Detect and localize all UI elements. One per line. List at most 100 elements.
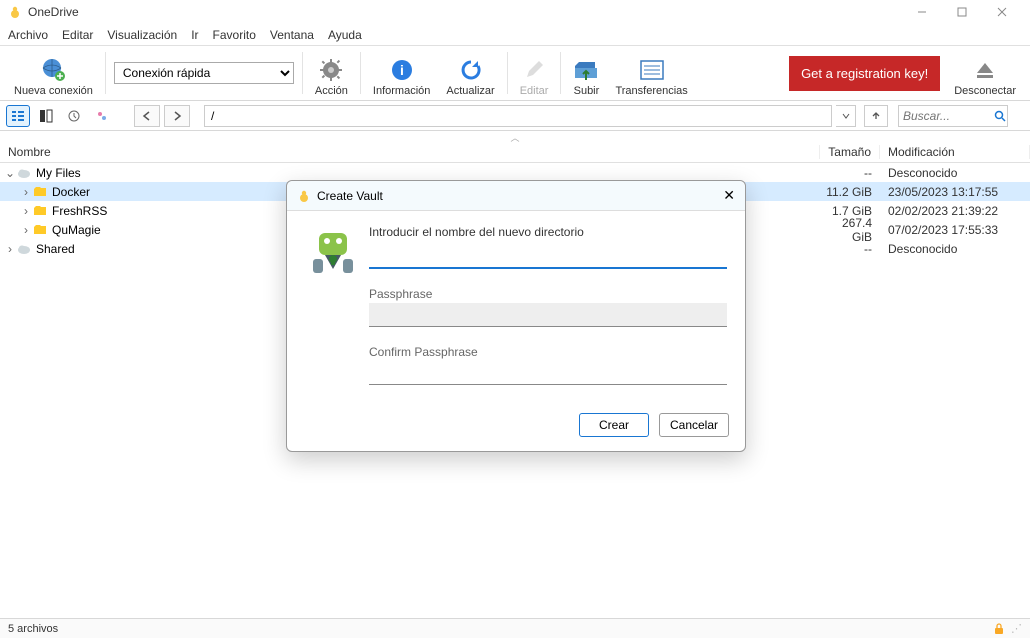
upload-icon	[573, 56, 599, 84]
chevron-right-icon[interactable]: ›	[20, 185, 32, 199]
view-split-button[interactable]	[34, 105, 58, 127]
new-connection-button[interactable]: Nueva conexión	[6, 49, 101, 97]
new-connection-label: Nueva conexión	[14, 85, 93, 97]
folder-icon	[32, 223, 48, 237]
maximize-button[interactable]	[942, 0, 982, 24]
menu-ayuda[interactable]: Ayuda	[328, 28, 362, 42]
vault-robot-icon	[305, 225, 369, 395]
quick-connect-select[interactable]: Conexión rápida	[114, 62, 294, 84]
chevron-down-icon[interactable]: ⌄	[4, 166, 16, 180]
svg-text:i: i	[400, 62, 404, 78]
dialog-titlebar: Create Vault ✕	[287, 181, 745, 211]
chevron-right-icon[interactable]: ›	[4, 242, 16, 256]
eject-icon	[973, 56, 997, 84]
menu-ventana[interactable]: Ventana	[270, 28, 314, 42]
chevron-right-icon[interactable]: ›	[20, 223, 32, 237]
table-header: Nombre Tamaño Modificación	[0, 141, 1030, 163]
transfers-label: Transferencias	[615, 85, 687, 97]
nav-back-button[interactable]	[134, 105, 160, 127]
path-dropdown[interactable]	[836, 105, 856, 127]
tree-mod: 02/02/2023 21:39:22	[880, 204, 1030, 218]
menu-visualizacion[interactable]: Visualización	[107, 28, 177, 42]
info-button[interactable]: i Información	[365, 49, 438, 97]
folder-icon	[32, 185, 48, 199]
passphrase-input[interactable]	[369, 303, 727, 327]
cloud-folder-icon	[16, 166, 32, 180]
vault-name-input[interactable]	[369, 245, 727, 269]
history-button[interactable]	[62, 105, 86, 127]
menu-favorito[interactable]: Favorito	[213, 28, 256, 42]
registration-key-banner[interactable]: Get a registration key!	[789, 56, 940, 91]
tree-size: 11.2 GiB	[820, 185, 880, 199]
action-label: Acción	[315, 85, 348, 97]
window-title: OneDrive	[28, 5, 902, 19]
upload-button[interactable]: Subir	[565, 49, 607, 97]
info-icon: i	[390, 56, 414, 84]
tree-mod: 07/02/2023 17:55:33	[880, 223, 1030, 237]
tree-size: --	[820, 166, 880, 180]
passphrase-label: Passphrase	[369, 287, 727, 301]
column-size[interactable]: Tamaño	[820, 145, 880, 159]
disconnect-button[interactable]: Desconectar	[946, 49, 1024, 97]
column-name[interactable]: Nombre	[0, 145, 820, 159]
separator	[507, 52, 508, 94]
confirm-passphrase-input[interactable]	[369, 361, 727, 385]
confirm-passphrase-label: Confirm Passphrase	[369, 345, 727, 359]
refresh-icon	[459, 56, 483, 84]
dialog-close-button[interactable]: ✕	[723, 187, 735, 204]
gear-icon	[318, 56, 344, 84]
tree-label: My Files	[36, 166, 820, 180]
action-button[interactable]: Acción	[307, 49, 356, 97]
chevron-right-icon[interactable]: ›	[20, 204, 32, 218]
menu-ir[interactable]: Ir	[191, 28, 198, 42]
refresh-label: Actualizar	[446, 85, 494, 97]
cancel-button[interactable]: Cancelar	[659, 413, 729, 437]
nav-forward-button[interactable]	[164, 105, 190, 127]
collapse-handle[interactable]: ︿	[0, 131, 1030, 141]
cloud-folder-icon	[16, 242, 32, 256]
resize-grip-icon[interactable]: ⋰	[1011, 622, 1022, 635]
minimize-button[interactable]	[902, 0, 942, 24]
column-mod[interactable]: Modificación	[880, 145, 1030, 159]
dialog-title: Create Vault	[317, 189, 723, 203]
sub-toolbar	[0, 101, 1030, 131]
menu-editar[interactable]: Editar	[62, 28, 93, 42]
toolbar: Nueva conexión Conexión rápida Acción i …	[0, 46, 1030, 101]
tree-mod: Desconocido	[880, 166, 1030, 180]
transfers-button[interactable]: Transferencias	[607, 49, 695, 97]
tree-mod: 23/05/2023 13:17:55	[880, 185, 1030, 199]
create-button[interactable]: Crear	[579, 413, 649, 437]
tree-mod: Desconocido	[880, 242, 1030, 256]
separator	[105, 52, 106, 94]
folder-icon	[32, 204, 48, 218]
disconnect-label: Desconectar	[954, 85, 1016, 97]
edit-label: Editar	[520, 85, 549, 97]
info-label: Información	[373, 85, 430, 97]
search-input[interactable]	[898, 105, 1008, 127]
status-text: 5 archivos	[8, 623, 58, 635]
transfers-icon	[639, 56, 665, 84]
separator	[560, 52, 561, 94]
settings-view-button[interactable]	[90, 105, 114, 127]
menubar: Archivo Editar Visualización Ir Favorito…	[0, 24, 1030, 46]
pencil-icon	[522, 56, 546, 84]
create-vault-dialog: Create Vault ✕ Introducir el nombre del …	[286, 180, 746, 452]
menu-archivo[interactable]: Archivo	[8, 28, 48, 42]
statusbar: 5 archivos ⋰	[0, 618, 1030, 638]
view-tree-button[interactable]	[6, 105, 30, 127]
go-up-button[interactable]	[864, 105, 888, 127]
globe-plus-icon	[39, 56, 67, 84]
dialog-prompt: Introducir el nombre del nuevo directori…	[369, 225, 727, 239]
separator	[302, 52, 303, 94]
edit-button[interactable]: Editar	[512, 49, 557, 97]
tree-size: 267.4 GiB	[820, 216, 880, 244]
path-input[interactable]	[204, 105, 832, 127]
titlebar: OneDrive	[0, 0, 1030, 24]
refresh-button[interactable]: Actualizar	[438, 49, 502, 97]
close-button[interactable]	[982, 0, 1022, 24]
lock-icon	[993, 623, 1005, 635]
app-icon	[8, 5, 22, 19]
separator	[360, 52, 361, 94]
tree-size: --	[820, 242, 880, 256]
upload-label: Subir	[574, 85, 600, 97]
